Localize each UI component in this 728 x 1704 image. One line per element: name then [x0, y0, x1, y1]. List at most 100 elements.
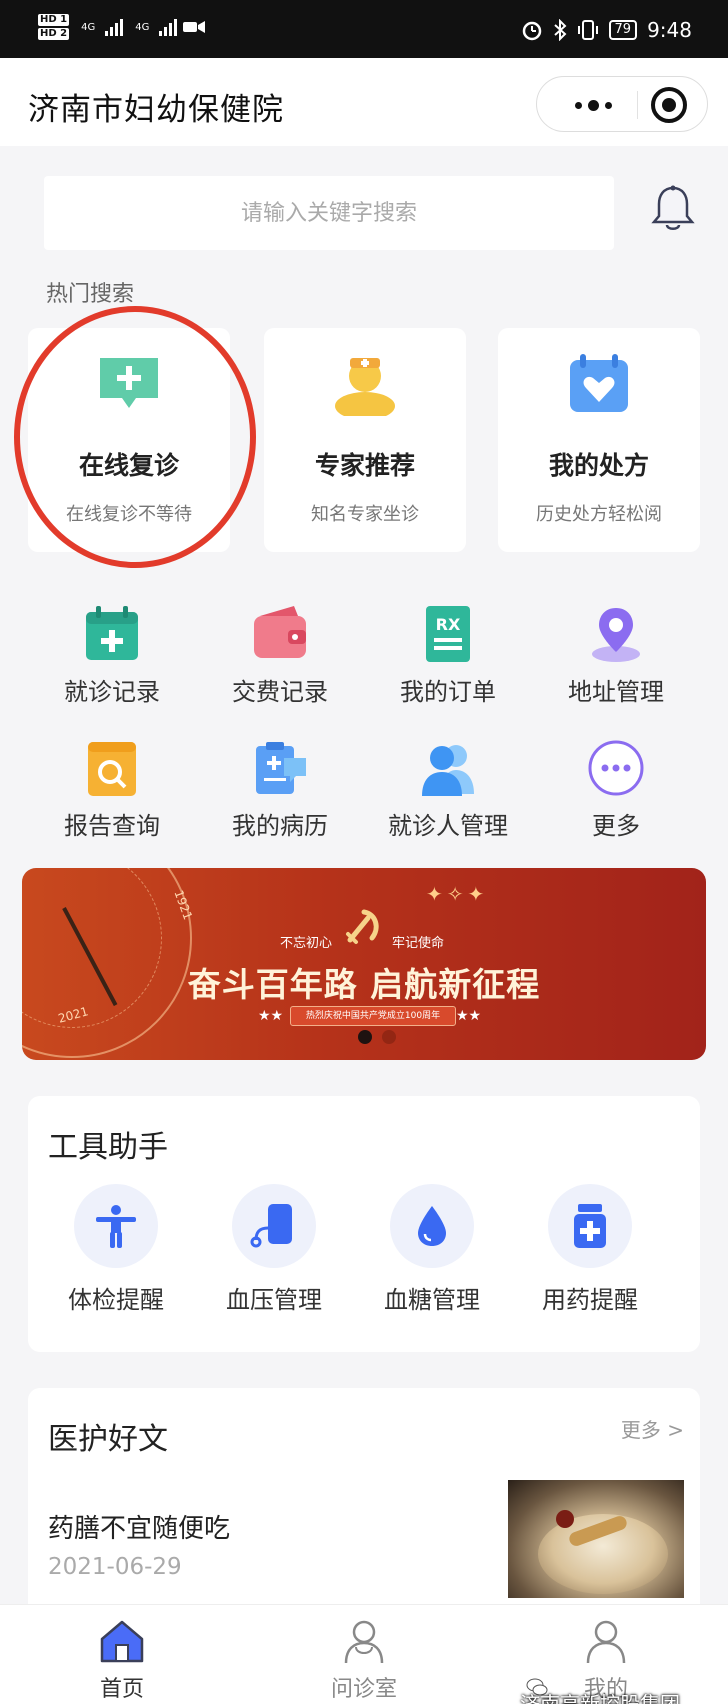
tool-blood-pressure[interactable]: 血压管理	[194, 1184, 354, 1314]
banner-ribbon: 热烈庆祝中国共产党成立100周年	[290, 1006, 456, 1026]
bell-icon[interactable]	[650, 184, 696, 234]
tool-icon-circle	[232, 1184, 316, 1268]
tool-blood-sugar[interactable]: 血糖管理	[352, 1184, 512, 1314]
vibrate-icon	[577, 20, 598, 40]
capsule-divider	[637, 91, 638, 119]
search-input[interactable]	[44, 176, 614, 250]
doctor-consult-icon	[344, 1620, 384, 1664]
shortcut-label: 就诊记录	[64, 678, 160, 706]
shortcut-label: 报告查询	[64, 812, 160, 840]
patients-icon	[422, 745, 474, 796]
tab-label: 首页	[99, 1677, 144, 1702]
rx-document-icon: RX	[426, 606, 470, 662]
shortcut-medical-records[interactable]: 我的病历	[196, 738, 364, 848]
person-icon	[96, 1205, 136, 1248]
tool-medication-reminder[interactable]: 用药提醒	[510, 1184, 670, 1314]
shortcut-label: 地址管理	[568, 678, 664, 706]
card-expert-recommend[interactable]: 专家推荐 知名专家坐诊	[264, 328, 466, 552]
network-1-label: 4G	[81, 21, 96, 33]
page-title: 济南市妇幼保健院	[28, 92, 284, 128]
hd1-badge: HD 1	[38, 14, 70, 26]
home-icon	[100, 1620, 144, 1663]
report-search-icon	[88, 742, 136, 796]
shortcut-address-manage[interactable]: 地址管理	[532, 604, 700, 714]
tool-icon-circle	[74, 1184, 158, 1268]
shortcut-payment-records[interactable]: 交费记录	[196, 604, 364, 714]
signal-2-icon	[159, 18, 178, 36]
article-thumbnail[interactable]	[508, 1480, 684, 1598]
banner-tag-left: 不忘初心	[280, 936, 333, 951]
banner-stars-right: ★★	[456, 1008, 482, 1024]
video-camera-icon	[183, 21, 206, 33]
card-subtitle: 历史处方轻松阅	[536, 504, 662, 525]
shortcut-label: 我的订单	[400, 678, 496, 706]
hd-indicators: HD 1 HD 2	[38, 14, 70, 40]
status-left: HD 1 HD 2 4G 4G	[38, 14, 206, 40]
banner-dot-active[interactable]	[358, 1030, 372, 1044]
banner-tag-right: 牢记使命	[392, 936, 445, 951]
banner-dot[interactable]	[382, 1030, 396, 1044]
articles-card: 医护好文 更多 > 药膳不宜随便吃 2021-06-29	[28, 1388, 700, 1628]
card-online-revisit[interactable]: 在线复诊 在线复诊不等待	[28, 328, 230, 552]
article-title[interactable]: 药膳不宜随便吃	[48, 1508, 230, 1545]
miniprogram-capsule	[536, 76, 708, 132]
tab-consult-room[interactable]: 问诊室	[304, 1613, 424, 1702]
blood-drop-icon	[418, 1206, 446, 1246]
shortcut-label: 更多	[592, 812, 640, 840]
more-icon	[588, 740, 644, 796]
status-bar: HD 1 HD 2 4G 4G 79 9:48	[0, 0, 728, 58]
app-header: 济南市妇幼保健院	[0, 58, 728, 146]
network-2-label: 4G	[135, 21, 150, 33]
red-date-image	[556, 1510, 574, 1528]
tab-home[interactable]: 首页	[62, 1613, 182, 1702]
bluetooth-icon	[553, 19, 566, 41]
shortcut-report-query[interactable]: 报告查询	[28, 738, 196, 848]
tool-label: 血压管理	[226, 1286, 322, 1314]
shortcut-more[interactable]: 更多	[532, 738, 700, 848]
calendar-heart-icon	[570, 354, 628, 412]
user-icon	[586, 1620, 626, 1664]
close-miniprogram-button[interactable]	[651, 87, 687, 123]
tool-checkup-reminder[interactable]: 体检提醒	[36, 1184, 196, 1314]
party-emblem-icon	[346, 909, 379, 944]
shortcut-label: 就诊人管理	[388, 812, 508, 840]
signal-1-icon	[105, 18, 124, 36]
card-subtitle: 知名专家坐诊	[311, 504, 419, 525]
card-title: 我的处方	[548, 451, 649, 480]
card-my-prescription[interactable]: 我的处方 历史处方轻松阅	[498, 328, 700, 552]
hd2-badge: HD 2	[38, 28, 70, 40]
tool-icon-circle	[390, 1184, 474, 1268]
articles-title: 医护好文	[48, 1422, 168, 1457]
status-right: 79 9:48	[521, 18, 692, 42]
source-watermark: 济南高新控股集团	[520, 1692, 680, 1704]
article-date: 2021-06-29	[48, 1554, 182, 1580]
tool-label: 血糖管理	[384, 1286, 480, 1314]
alarm-icon	[522, 21, 541, 41]
articles-more-link[interactable]: 更多 >	[621, 1414, 684, 1443]
more-menu-button[interactable]	[563, 91, 623, 119]
fireworks-decoration: ✦✧✦	[426, 882, 489, 906]
shortcut-patient-manage[interactable]: 就诊人管理	[364, 738, 532, 848]
wallet-icon	[254, 606, 306, 658]
status-time: 9:48	[647, 18, 692, 42]
battery-indicator: 79	[608, 20, 638, 40]
promo-banner[interactable]: 1921 2021 ✦✧✦ 不忘初心 牢记使命 奋斗百年路 启航新征程 ★★ 热…	[22, 868, 706, 1060]
chat-plus-icon	[100, 358, 158, 408]
location-pin-icon	[592, 608, 640, 662]
card-title: 在线复诊	[78, 451, 179, 480]
tool-label: 用药提醒	[542, 1286, 638, 1314]
shortcut-label: 交费记录	[232, 678, 328, 706]
tab-label: 问诊室	[330, 1677, 397, 1702]
tools-card: 工具助手 体检提醒 血压管理 血糖管理 用药提醒	[28, 1096, 700, 1352]
tool-label: 体检提醒	[68, 1286, 164, 1314]
shortcut-visit-records[interactable]: 就诊记录	[28, 604, 196, 714]
medical-record-icon	[256, 742, 306, 794]
shortcut-my-orders[interactable]: RX 我的订单	[364, 604, 532, 714]
banner-headline: 奋斗百年路 启航新征程	[187, 965, 541, 1004]
hot-search-title: 热门搜索	[46, 282, 135, 307]
blood-pressure-icon	[250, 1204, 292, 1248]
calendar-plus-icon	[86, 606, 138, 660]
banner-stars-left: ★★	[258, 1008, 284, 1024]
doctor-icon	[335, 358, 395, 416]
banner-pagination[interactable]	[358, 1030, 396, 1044]
